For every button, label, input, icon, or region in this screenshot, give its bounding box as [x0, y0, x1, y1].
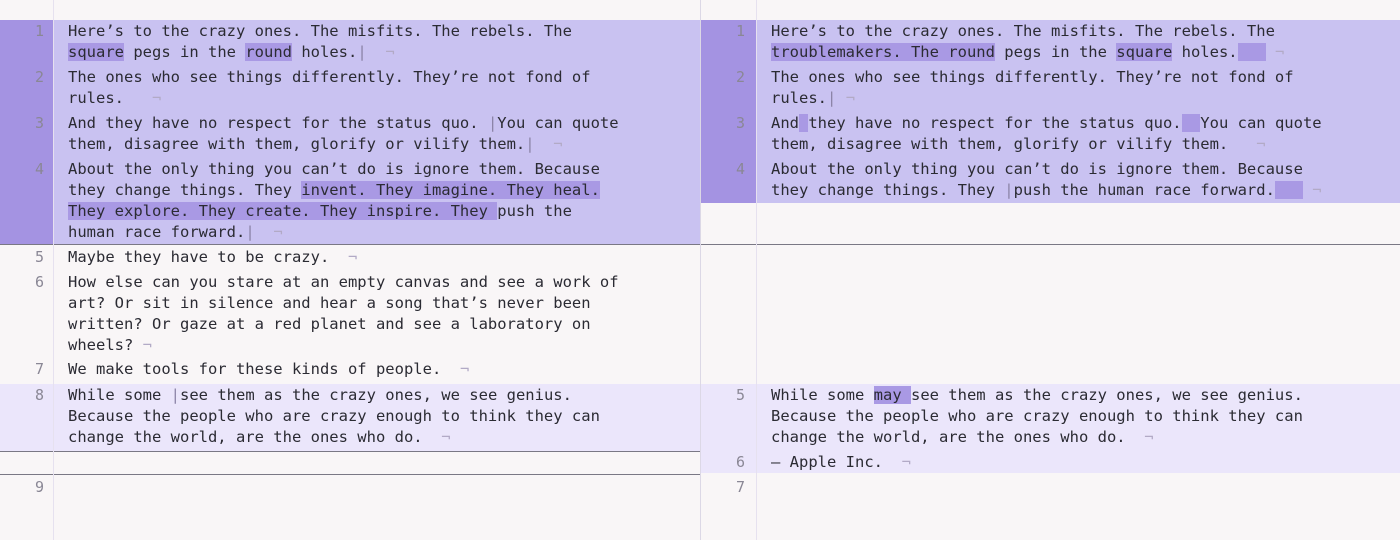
line-text[interactable]: We make tools for these kinds of people.…: [68, 359, 678, 380]
line-number: 7: [735, 478, 745, 496]
line-number: 6: [34, 273, 44, 291]
line-text[interactable]: While some may see them as the crazy one…: [771, 385, 1381, 448]
line-number: 7: [34, 360, 44, 378]
line-text[interactable]: The ones who see things differently. The…: [68, 67, 678, 109]
inserted-placeholder: [0, 451, 700, 475]
line-text[interactable]: And they have no respect for the status …: [68, 113, 678, 155]
removed-placeholder: [701, 244, 1400, 385]
line-number: 1: [34, 22, 44, 40]
line-number: 4: [735, 160, 745, 178]
line-number: 1: [735, 22, 745, 40]
line-number: 8: [34, 386, 44, 404]
gutter-separator: [53, 0, 54, 540]
line-text[interactable]: The ones who see things differently. The…: [771, 67, 1381, 109]
line-number: 5: [34, 248, 44, 266]
line-text[interactable]: — Apple Inc. ¬: [771, 452, 1381, 473]
line-text[interactable]: Here’s to the crazy ones. The misfits. T…: [771, 21, 1381, 63]
line-text[interactable]: How else can you stare at an empty canva…: [68, 272, 678, 356]
line-number: 4: [34, 160, 44, 178]
gutter-separator: [756, 0, 757, 540]
line-text[interactable]: Maybe they have to be crazy. ¬: [68, 247, 678, 268]
line-text[interactable]: About the only thing you can’t do is ign…: [68, 159, 678, 243]
line-number: 6: [735, 453, 745, 471]
line-number: 2: [735, 68, 745, 86]
line-number: 3: [34, 114, 44, 132]
line-text[interactable]: While some |see them as the crazy ones, …: [68, 385, 678, 448]
line-text[interactable]: About the only thing you can’t do is ign…: [771, 159, 1381, 201]
line-text[interactable]: And they have no respect for the status …: [771, 113, 1381, 155]
line-number: 2: [34, 68, 44, 86]
right-diff-pane[interactable]: 1 Here’s to the crazy ones. The misfits.…: [701, 0, 1400, 540]
line-number: 3: [735, 114, 745, 132]
line-text[interactable]: Here’s to the crazy ones. The misfits. T…: [68, 21, 678, 63]
line-number: 5: [735, 386, 745, 404]
left-diff-pane[interactable]: 1 Here’s to the crazy ones. The misfits.…: [0, 0, 700, 540]
line-number: 9: [34, 478, 44, 496]
